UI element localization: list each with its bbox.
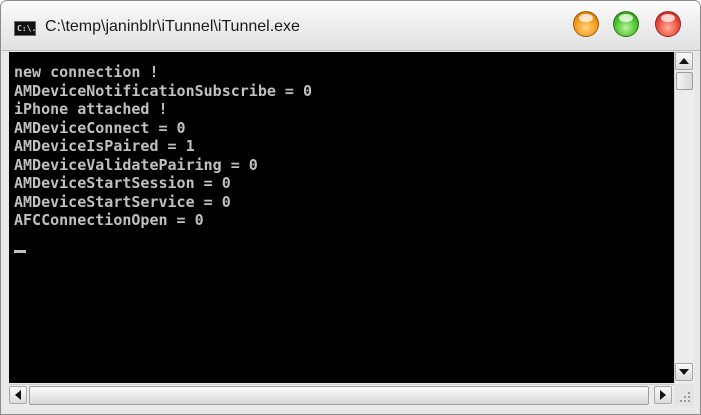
console-line: AFCConnectionOpen = 0 — [14, 211, 204, 229]
resize-grip[interactable] — [674, 384, 694, 406]
console-line: AMDeviceNotificationSubscribe = 0 — [14, 81, 313, 100]
scroll-down-button[interactable] — [675, 363, 693, 381]
horizontal-scroll-thumb[interactable] — [29, 386, 649, 405]
console-line: AMDeviceStartSession = 0 — [14, 174, 231, 192]
maximize-icon[interactable] — [613, 11, 639, 37]
scroll-left-button[interactable] — [9, 386, 27, 404]
arrow-right-icon — [660, 390, 666, 400]
minimize-icon[interactable] — [573, 11, 599, 37]
console-line: AMDeviceValidatePairing = 0 — [14, 155, 258, 174]
console-window: C:\. C:\temp\janinblr\iTunnel\iTunnel.ex… — [0, 0, 701, 415]
arrow-left-icon — [15, 390, 21, 400]
vertical-scrollbar[interactable] — [674, 52, 694, 383]
console-app-icon[interactable]: C:\. — [14, 21, 36, 36]
vertical-scroll-thumb[interactable] — [676, 72, 693, 90]
console-line: AMDeviceConnect = 0 — [14, 118, 186, 137]
window-title: C:\temp\janinblr\iTunnel\iTunnel.exe — [45, 18, 300, 35]
horizontal-scrollbar[interactable] — [9, 384, 674, 406]
console-line: AMDeviceIsPaired = 1 — [14, 137, 195, 155]
close-icon[interactable] — [655, 11, 681, 37]
console-line: new connection ! — [14, 63, 159, 81]
text-cursor — [14, 250, 26, 253]
arrow-down-icon — [679, 369, 689, 375]
console-line: AMDeviceStartService = 0 — [14, 192, 231, 211]
title-bar[interactable]: C:\. C:\temp\janinblr\iTunnel\iTunnel.ex… — [1, 1, 700, 51]
console-output[interactable]: new connection ! AMDeviceNotificationSub… — [9, 52, 674, 383]
console-line: iPhone attached ! — [14, 100, 168, 118]
scroll-up-button[interactable] — [675, 52, 693, 70]
scroll-right-button[interactable] — [654, 386, 672, 404]
arrow-up-icon — [679, 58, 689, 64]
